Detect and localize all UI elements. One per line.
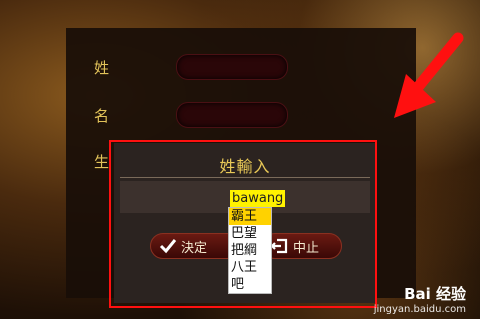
watermark: Bai 经验 jingyan.baidu.com xyxy=(374,283,466,315)
ime-candidate-item[interactable]: 吧 xyxy=(229,276,271,293)
givenname-label: 名 xyxy=(94,107,110,125)
third-field-label: 生 xyxy=(94,153,110,171)
red-arrow-icon xyxy=(394,32,464,118)
checkmark-icon xyxy=(159,239,177,254)
ime-candidate-item[interactable]: 霸王 xyxy=(229,208,271,225)
confirm-button[interactable]: 決定 xyxy=(150,233,240,259)
cancel-button[interactable]: 中止 xyxy=(262,233,342,259)
ime-composition-text: bawang xyxy=(230,190,286,207)
ime-candidate-list: 霸王 巴望 把綱 八王 吧 xyxy=(228,207,272,294)
watermark-brand: Bai 经验 xyxy=(404,285,466,303)
ime-candidate-item[interactable]: 八王 xyxy=(229,259,271,276)
confirm-label: 決定 xyxy=(181,240,208,256)
surname-label: 姓 xyxy=(94,59,110,77)
ime-candidate-item[interactable]: 把綱 xyxy=(229,242,271,259)
ime-candidate-item[interactable]: 巴望 xyxy=(229,225,271,242)
givenname-field[interactable] xyxy=(176,102,288,128)
surname-field[interactable] xyxy=(176,54,288,80)
return-arrow-icon xyxy=(271,238,288,254)
watermark-url: jingyan.baidu.com xyxy=(373,304,466,315)
cancel-label: 中止 xyxy=(293,240,320,256)
